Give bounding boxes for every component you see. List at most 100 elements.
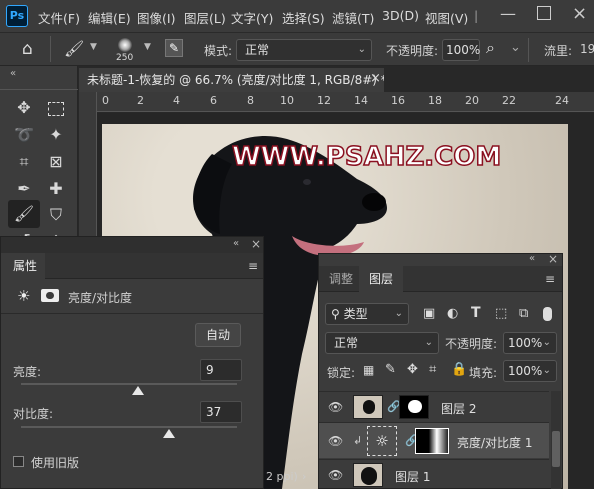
layer-opacity-input[interactable]: 100% ⌄ (503, 332, 557, 354)
brightness-contrast-icon: ☀ (17, 287, 31, 305)
filter-adjustment-icon[interactable]: ◐ (447, 306, 458, 321)
menu-file[interactable]: 文件(F) (38, 8, 80, 27)
menu-image[interactable]: 图像(I) (137, 8, 175, 27)
crop-tool-icon[interactable]: ⌗ (12, 150, 36, 174)
ruler-tick: 8 (247, 94, 254, 107)
opacity-input[interactable]: 100% (442, 39, 480, 61)
menu-3d[interactable]: 3D(D) (382, 8, 419, 23)
layer-filter-select[interactable]: ⚲ 类型 ⌄ (325, 303, 409, 325)
layer-name[interactable]: 图层 2 (441, 400, 476, 417)
panel-tabs: 属性 ≡ (1, 253, 263, 279)
collapse-icon[interactable]: « (10, 68, 16, 79)
brush-settings-icon[interactable]: ✎ (165, 39, 183, 57)
document-title: 未标题-1-恢复的 @ 66.7% (亮度/对比度 1, RGB/8#) * (87, 73, 384, 87)
filter-type-icon[interactable]: T (471, 305, 481, 321)
lock-position-icon[interactable]: ✥ (407, 362, 418, 377)
opacity-label: 不透明度: (445, 337, 498, 351)
visibility-eye-icon[interactable]: 👁 (328, 434, 343, 448)
chevron-down-icon: ⌄ (542, 365, 551, 376)
tab-layers[interactable]: 图层 (359, 266, 403, 292)
maximize-icon[interactable] (537, 6, 551, 20)
healing-brush-tool-icon[interactable]: ✚ (44, 177, 68, 201)
close-tab-icon[interactable]: × (370, 71, 381, 86)
lock-pixels-icon[interactable]: ✎ (385, 362, 396, 377)
chevron-down-icon: ⌄ (542, 337, 551, 348)
brush-tool-icon[interactable]: 🖌 (8, 200, 40, 228)
menu-edit[interactable]: 编辑(E) (88, 8, 131, 27)
layer-row[interactable]: 👁 图层 1 (319, 459, 549, 489)
legacy-checkbox[interactable] (13, 456, 24, 467)
frame-tool-icon[interactable]: ⊠ (44, 150, 68, 174)
lock-all-icon[interactable]: 🔒 (451, 362, 467, 377)
collapse-icon[interactable]: « (529, 253, 535, 264)
filter-pixel-icon[interactable]: ▣ (423, 306, 435, 321)
contrast-slider-track[interactable] (21, 426, 237, 428)
menu-select[interactable]: 选择(S) (282, 8, 325, 27)
layers-panel: « × 调整 图层 ≡ ⚲ 类型 ⌄ ▣ ◐ T ⬚ ⧉ 正常 ⌄ 不透明度: 10… (318, 252, 563, 489)
marquee-tool-icon[interactable] (44, 96, 68, 120)
brush-preview-icon[interactable] (118, 38, 132, 52)
filter-shape-icon[interactable]: ⬚ (495, 306, 507, 321)
contrast-input[interactable]: 37 (200, 401, 242, 423)
flow-value[interactable]: 19 (580, 42, 594, 56)
chevron-right-icon[interactable]: › (302, 470, 306, 483)
layer-mask-thumbnail (415, 428, 449, 454)
lock-artboard-icon[interactable]: ⌗ (429, 362, 436, 377)
eyedropper-tool-icon[interactable]: ✒ (12, 177, 36, 201)
ruler-tick: 24 (555, 94, 569, 107)
fill-input[interactable]: 100% ⌄ (503, 360, 557, 382)
tab-properties[interactable]: 属性 (1, 253, 45, 279)
tab-adjustments[interactable]: 调整 (329, 266, 353, 292)
clone-stamp-tool-icon[interactable]: ⛉ (44, 203, 68, 227)
scrollbar-thumb[interactable] (552, 431, 560, 467)
menu-view[interactable]: 视图(V) (425, 8, 468, 27)
pressure-opacity-icon[interactable]: ⌕ (486, 38, 495, 58)
close-icon[interactable]: × (251, 237, 261, 251)
divider (1, 313, 263, 314)
fill-label: 填充: (469, 366, 498, 380)
layer-mask-icon[interactable] (41, 289, 59, 302)
blend-mode-value: 正常 (334, 336, 359, 350)
brightness-label: 亮度: (13, 365, 42, 379)
mode-select[interactable]: 正常 ⌄ (236, 39, 372, 61)
chevron-down-icon[interactable]: ▼ (144, 42, 151, 52)
document-tab[interactable]: 未标题-1-恢复的 @ 66.7% (亮度/对比度 1, RGB/8#) * (79, 68, 384, 92)
menu-filter[interactable]: 滤镜(T) (332, 8, 374, 27)
brightness-slider-thumb[interactable] (131, 386, 144, 395)
collapse-icon[interactable]: « (233, 238, 239, 249)
lock-label: 锁定: (327, 366, 356, 380)
brush-tool-icon[interactable]: 🖌 (64, 39, 84, 58)
home-icon[interactable]: ⌂ (22, 39, 33, 59)
move-tool-icon[interactable]: ✥ (12, 96, 36, 120)
photoshop-logo: Ps (6, 5, 28, 27)
close-icon[interactable]: × (572, 3, 587, 24)
layer-row-selected[interactable]: 👁 ↲ ☼ 🔗 亮度/对比度 1 (319, 422, 549, 458)
layer-name[interactable]: 亮度/对比度 1 (457, 434, 533, 451)
minimize-icon[interactable]: — (500, 4, 516, 23)
visibility-eye-icon[interactable]: 👁 (328, 400, 343, 414)
menu-layer[interactable]: 图层(L) (184, 8, 226, 27)
panel-menu-icon[interactable]: ≡ (248, 259, 258, 273)
filter-toggle-icon[interactable] (543, 307, 552, 321)
magic-wand-tool-icon[interactable]: ✦ (44, 123, 68, 147)
brightness-slider-track[interactable] (21, 383, 237, 385)
filter-smart-object-icon[interactable]: ⧉ (519, 306, 528, 321)
layer-name[interactable]: 图层 1 (395, 468, 430, 485)
chevron-down-icon[interactable]: ▼ (90, 42, 97, 52)
auto-button[interactable]: 自动 (195, 323, 241, 347)
menu-type[interactable]: 文字(Y) (231, 8, 273, 27)
layer-row[interactable]: 👁 🔗 图层 2 (319, 391, 549, 421)
chevron-down-icon[interactable]: ⌄ (510, 40, 521, 55)
panel-menu-icon[interactable]: ≡ (545, 272, 555, 286)
menu-overflow-icon[interactable]: | (474, 8, 478, 23)
visibility-eye-icon[interactable]: 👁 (328, 468, 343, 482)
close-icon[interactable]: × (548, 252, 558, 266)
lasso-tool-icon[interactable]: ➰ (12, 123, 36, 147)
blend-mode-select[interactable]: 正常 ⌄ (325, 332, 439, 354)
layers-scrollbar[interactable] (551, 391, 561, 489)
ruler-tick: 6 (210, 94, 217, 107)
brightness-input[interactable]: 9 (200, 359, 242, 381)
lock-transparent-icon[interactable]: ▦ (363, 363, 374, 377)
opacity-label: 不透明度: (386, 44, 439, 58)
contrast-slider-thumb[interactable] (162, 429, 175, 438)
